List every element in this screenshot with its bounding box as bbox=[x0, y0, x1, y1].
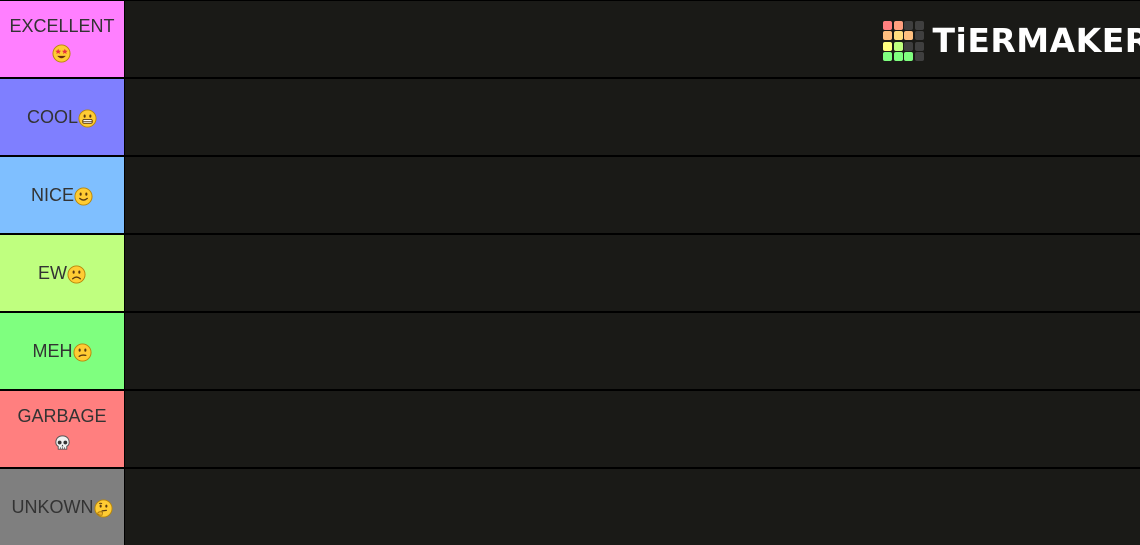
brand-name: TiERMAKER bbox=[932, 21, 1140, 60]
confused-face-icon bbox=[72, 343, 92, 362]
logo-grid-cell bbox=[893, 20, 903, 30]
logo-grid-cell bbox=[904, 41, 913, 51]
frowning-face-icon bbox=[67, 265, 86, 284]
logo-grid-cell bbox=[893, 31, 903, 41]
logo-grid-cell bbox=[883, 31, 892, 41]
tiermaker-logo[interactable]: TiERMAKER bbox=[883, 19, 1140, 63]
logo-grid-cell bbox=[914, 41, 924, 51]
tier-label-text: MEH bbox=[32, 341, 73, 361]
tier-row-unkown: UNKOWN bbox=[0, 469, 1140, 545]
tier-label-text: COOL bbox=[26, 107, 78, 127]
tier-label-text: UNKOWN bbox=[11, 497, 94, 517]
tier-label-meh[interactable]: MEH bbox=[0, 313, 124, 389]
tier-label-ew[interactable]: EW bbox=[0, 235, 124, 311]
grinning-face-icon bbox=[78, 109, 97, 128]
tier-label-excellent[interactable]: EXCELLENT bbox=[0, 1, 124, 77]
tier-drop-zone[interactable] bbox=[125, 313, 1140, 389]
tier-row-nice: NICE bbox=[0, 157, 1140, 233]
tier-drop-zone[interactable] bbox=[125, 469, 1140, 545]
star-struck-icon bbox=[52, 44, 72, 63]
logo-grid-cell bbox=[883, 20, 892, 30]
tier-label-unkown[interactable]: UNKOWN bbox=[0, 469, 124, 545]
tier-drop-zone[interactable] bbox=[125, 79, 1140, 155]
logo-grid-cell bbox=[914, 20, 924, 30]
tier-drop-zone[interactable] bbox=[125, 235, 1140, 311]
slightly-smiling-face-icon bbox=[74, 187, 93, 206]
logo-grid-icon bbox=[883, 20, 924, 62]
tier-label-text: NICE bbox=[30, 185, 74, 205]
tier-list-board: EXCELLENT COOL NICE EW MEH GARBAGE UNKOW… bbox=[0, 0, 1140, 545]
logo-grid-cell bbox=[883, 41, 892, 51]
tier-row-ew: EW bbox=[0, 235, 1140, 311]
logo-grid-cell bbox=[904, 20, 913, 30]
tier-label-text: EXCELLENT bbox=[9, 16, 115, 36]
tier-row-cool: COOL bbox=[0, 79, 1140, 155]
tier-label-cool[interactable]: COOL bbox=[0, 79, 124, 155]
logo-grid-cell bbox=[893, 52, 903, 62]
tier-label-text: EW bbox=[38, 263, 67, 283]
tier-drop-zone[interactable] bbox=[125, 391, 1140, 467]
thinking-face-icon bbox=[93, 499, 113, 518]
logo-grid-cell bbox=[914, 31, 924, 41]
tier-label-text: GARBAGE bbox=[17, 406, 107, 426]
skull-icon bbox=[54, 435, 70, 450]
tier-row-garbage: GARBAGE bbox=[0, 391, 1140, 467]
logo-grid-cell bbox=[893, 41, 903, 51]
logo-grid-cell bbox=[904, 52, 913, 62]
logo-grid-cell bbox=[914, 52, 924, 62]
tier-row-meh: MEH bbox=[0, 313, 1140, 389]
logo-grid-cell bbox=[883, 52, 892, 62]
tier-label-nice[interactable]: NICE bbox=[0, 157, 124, 233]
logo-grid-cell bbox=[904, 31, 913, 41]
tier-drop-zone[interactable] bbox=[125, 157, 1140, 233]
tier-label-garbage[interactable]: GARBAGE bbox=[0, 391, 124, 467]
